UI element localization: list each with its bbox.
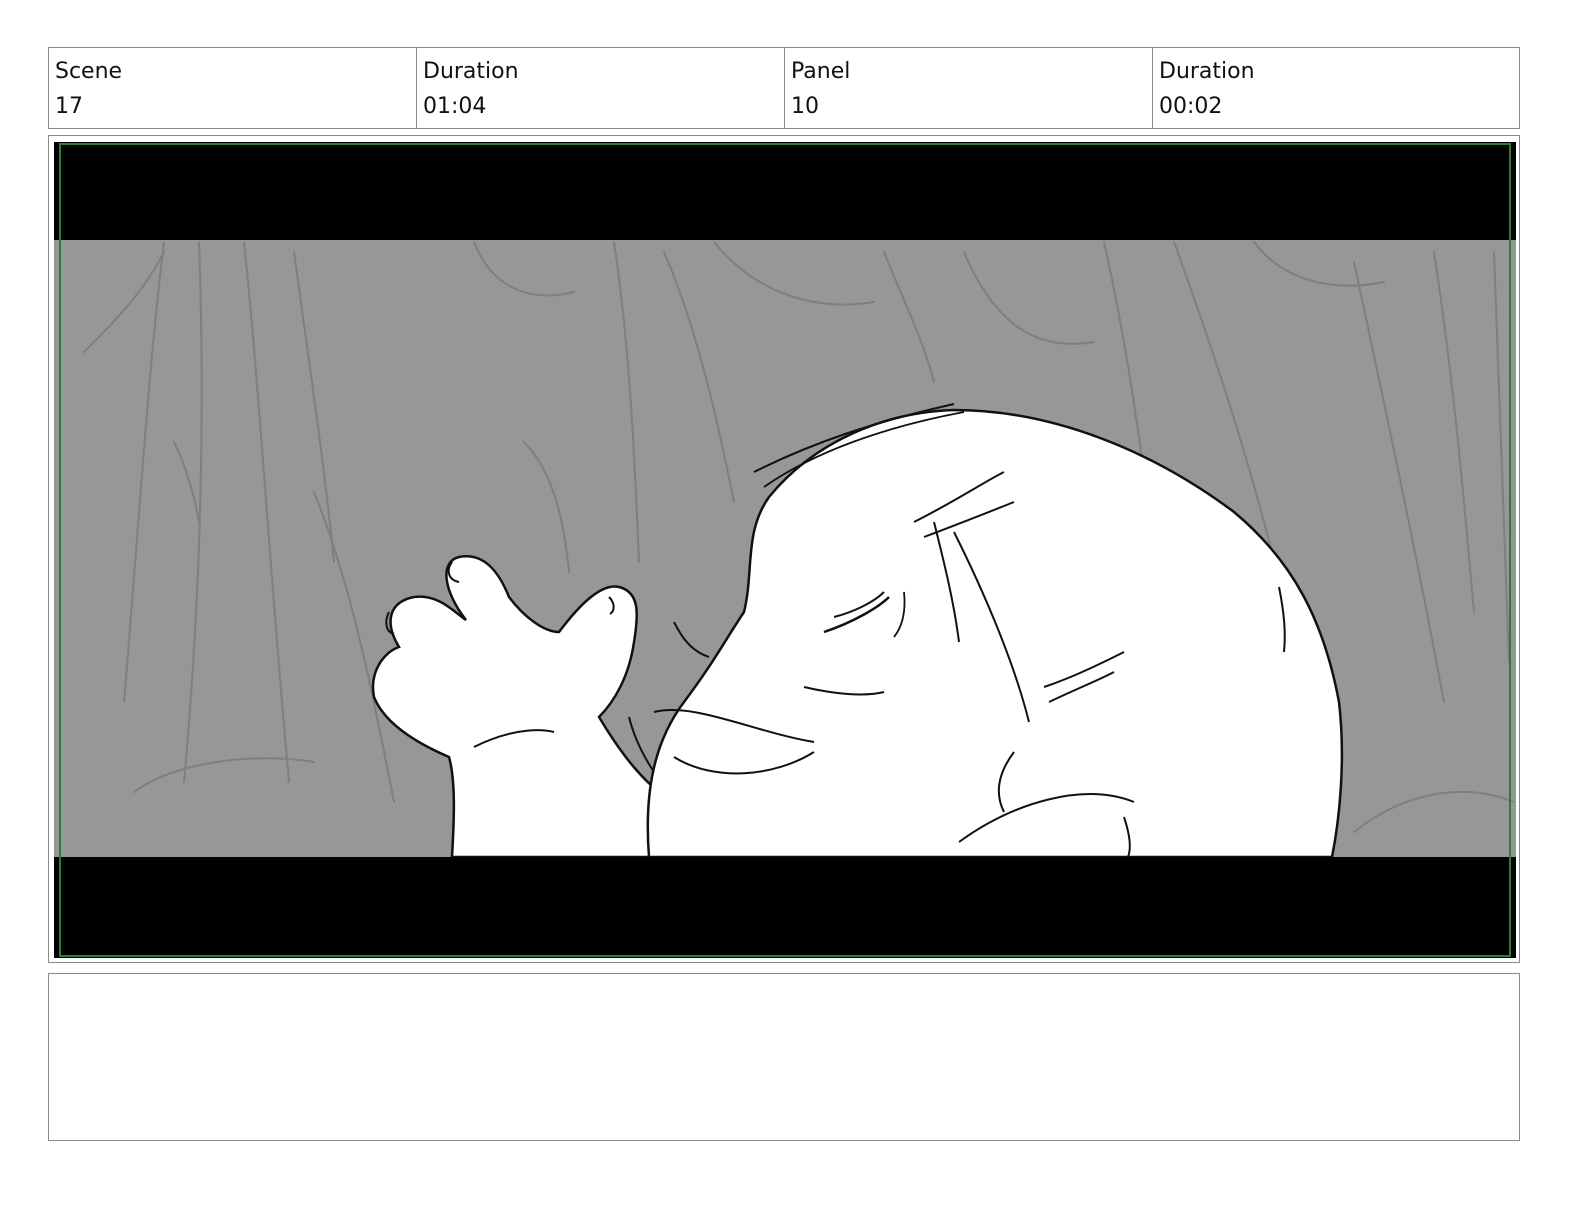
panel-header: Scene 17 Duration 01:04 Panel 10 Duratio… <box>48 47 1520 129</box>
panel-duration-label: Duration <box>1159 59 1255 84</box>
panel-duration-cell: Duration 00:02 <box>1153 48 1519 128</box>
storyboard-sketch <box>54 142 1516 958</box>
panel-value: 10 <box>791 94 819 119</box>
panel-notes <box>48 973 1520 1141</box>
scene-value: 17 <box>55 94 83 119</box>
scene-duration-value: 01:04 <box>423 94 487 119</box>
storyboard-panel <box>48 135 1520 963</box>
panel-duration-value: 00:02 <box>1159 94 1223 119</box>
scene-label: Scene <box>55 59 123 84</box>
scene-duration-label: Duration <box>423 59 519 84</box>
panel-label: Panel <box>791 59 851 84</box>
letterbox-top <box>54 142 1516 240</box>
scene-cell: Scene 17 <box>49 48 417 128</box>
scene-duration-cell: Duration 01:04 <box>417 48 785 128</box>
panel-cell: Panel 10 <box>785 48 1153 128</box>
letterbox-bottom <box>54 857 1516 958</box>
